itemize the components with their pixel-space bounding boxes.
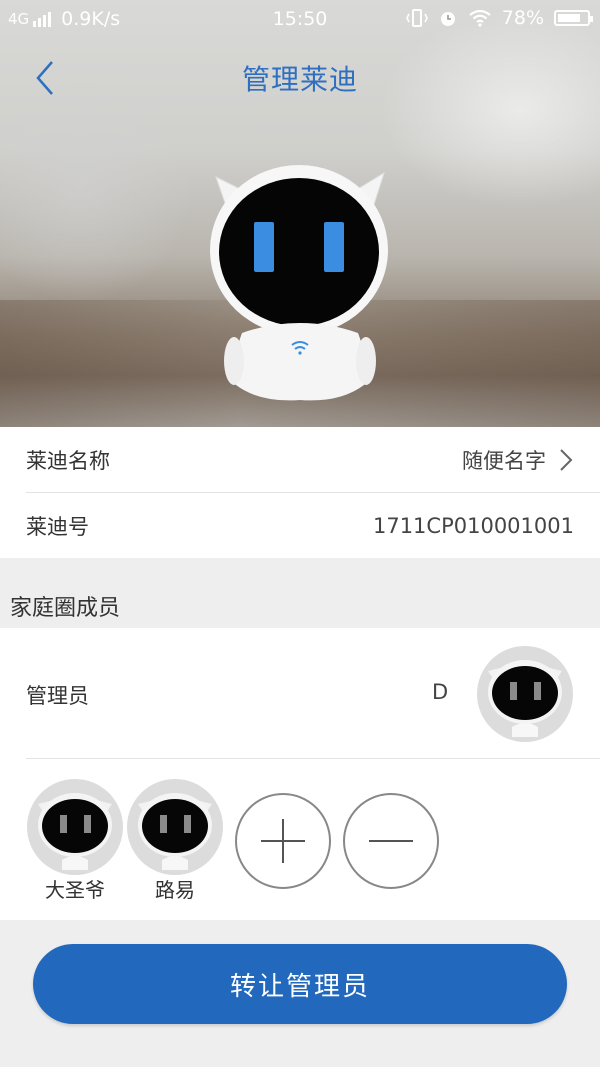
battery-icon [554,10,593,26]
robot-id-row: 莱迪号 1711CP010001001 [0,493,600,558]
member-name: 大圣爷 [45,878,105,902]
robot-name-label: 莱迪名称 [26,448,110,473]
avatar [27,779,123,875]
alarm-icon [440,12,455,26]
robot-name-value: 随便名字 [462,448,546,473]
transfer-admin-button[interactable]: 转让管理员 [33,944,567,1024]
robot-info-card: 莱迪名称 随便名字 莱迪号 1711CP010001001 [0,427,600,558]
avatar[interactable] [476,645,574,743]
remove-member-button[interactable] [343,793,439,889]
admin-label: 管理员 [26,684,89,708]
robot-id-label: 莱迪号 [26,514,89,539]
chevron-right-icon [560,448,573,471]
avatar [127,779,223,875]
family-members-card: 管理员 D 大圣爷 路易 [0,628,600,920]
status-bar: 4G 0.9K/s 15:50 78% [0,0,600,38]
robot-id-value: 1711CP010001001 [372,513,574,538]
member-item[interactable]: 大圣爷 [26,778,124,903]
robot-mascot [210,165,388,401]
add-member-button[interactable] [235,793,331,889]
page-title: 管理莱迪 [241,63,358,96]
member-item[interactable]: 路易 [126,778,224,903]
member-name: 路易 [155,878,195,902]
divider [26,758,600,759]
section-title: 家庭圈成员 [10,596,121,621]
robot-name-row[interactable]: 莱迪名称 随便名字 [0,427,600,492]
battery-percent: 78% [501,7,544,29]
wifi-icon [469,9,491,27]
admin-name: D [432,680,449,704]
vibrate-icon [405,9,428,27]
